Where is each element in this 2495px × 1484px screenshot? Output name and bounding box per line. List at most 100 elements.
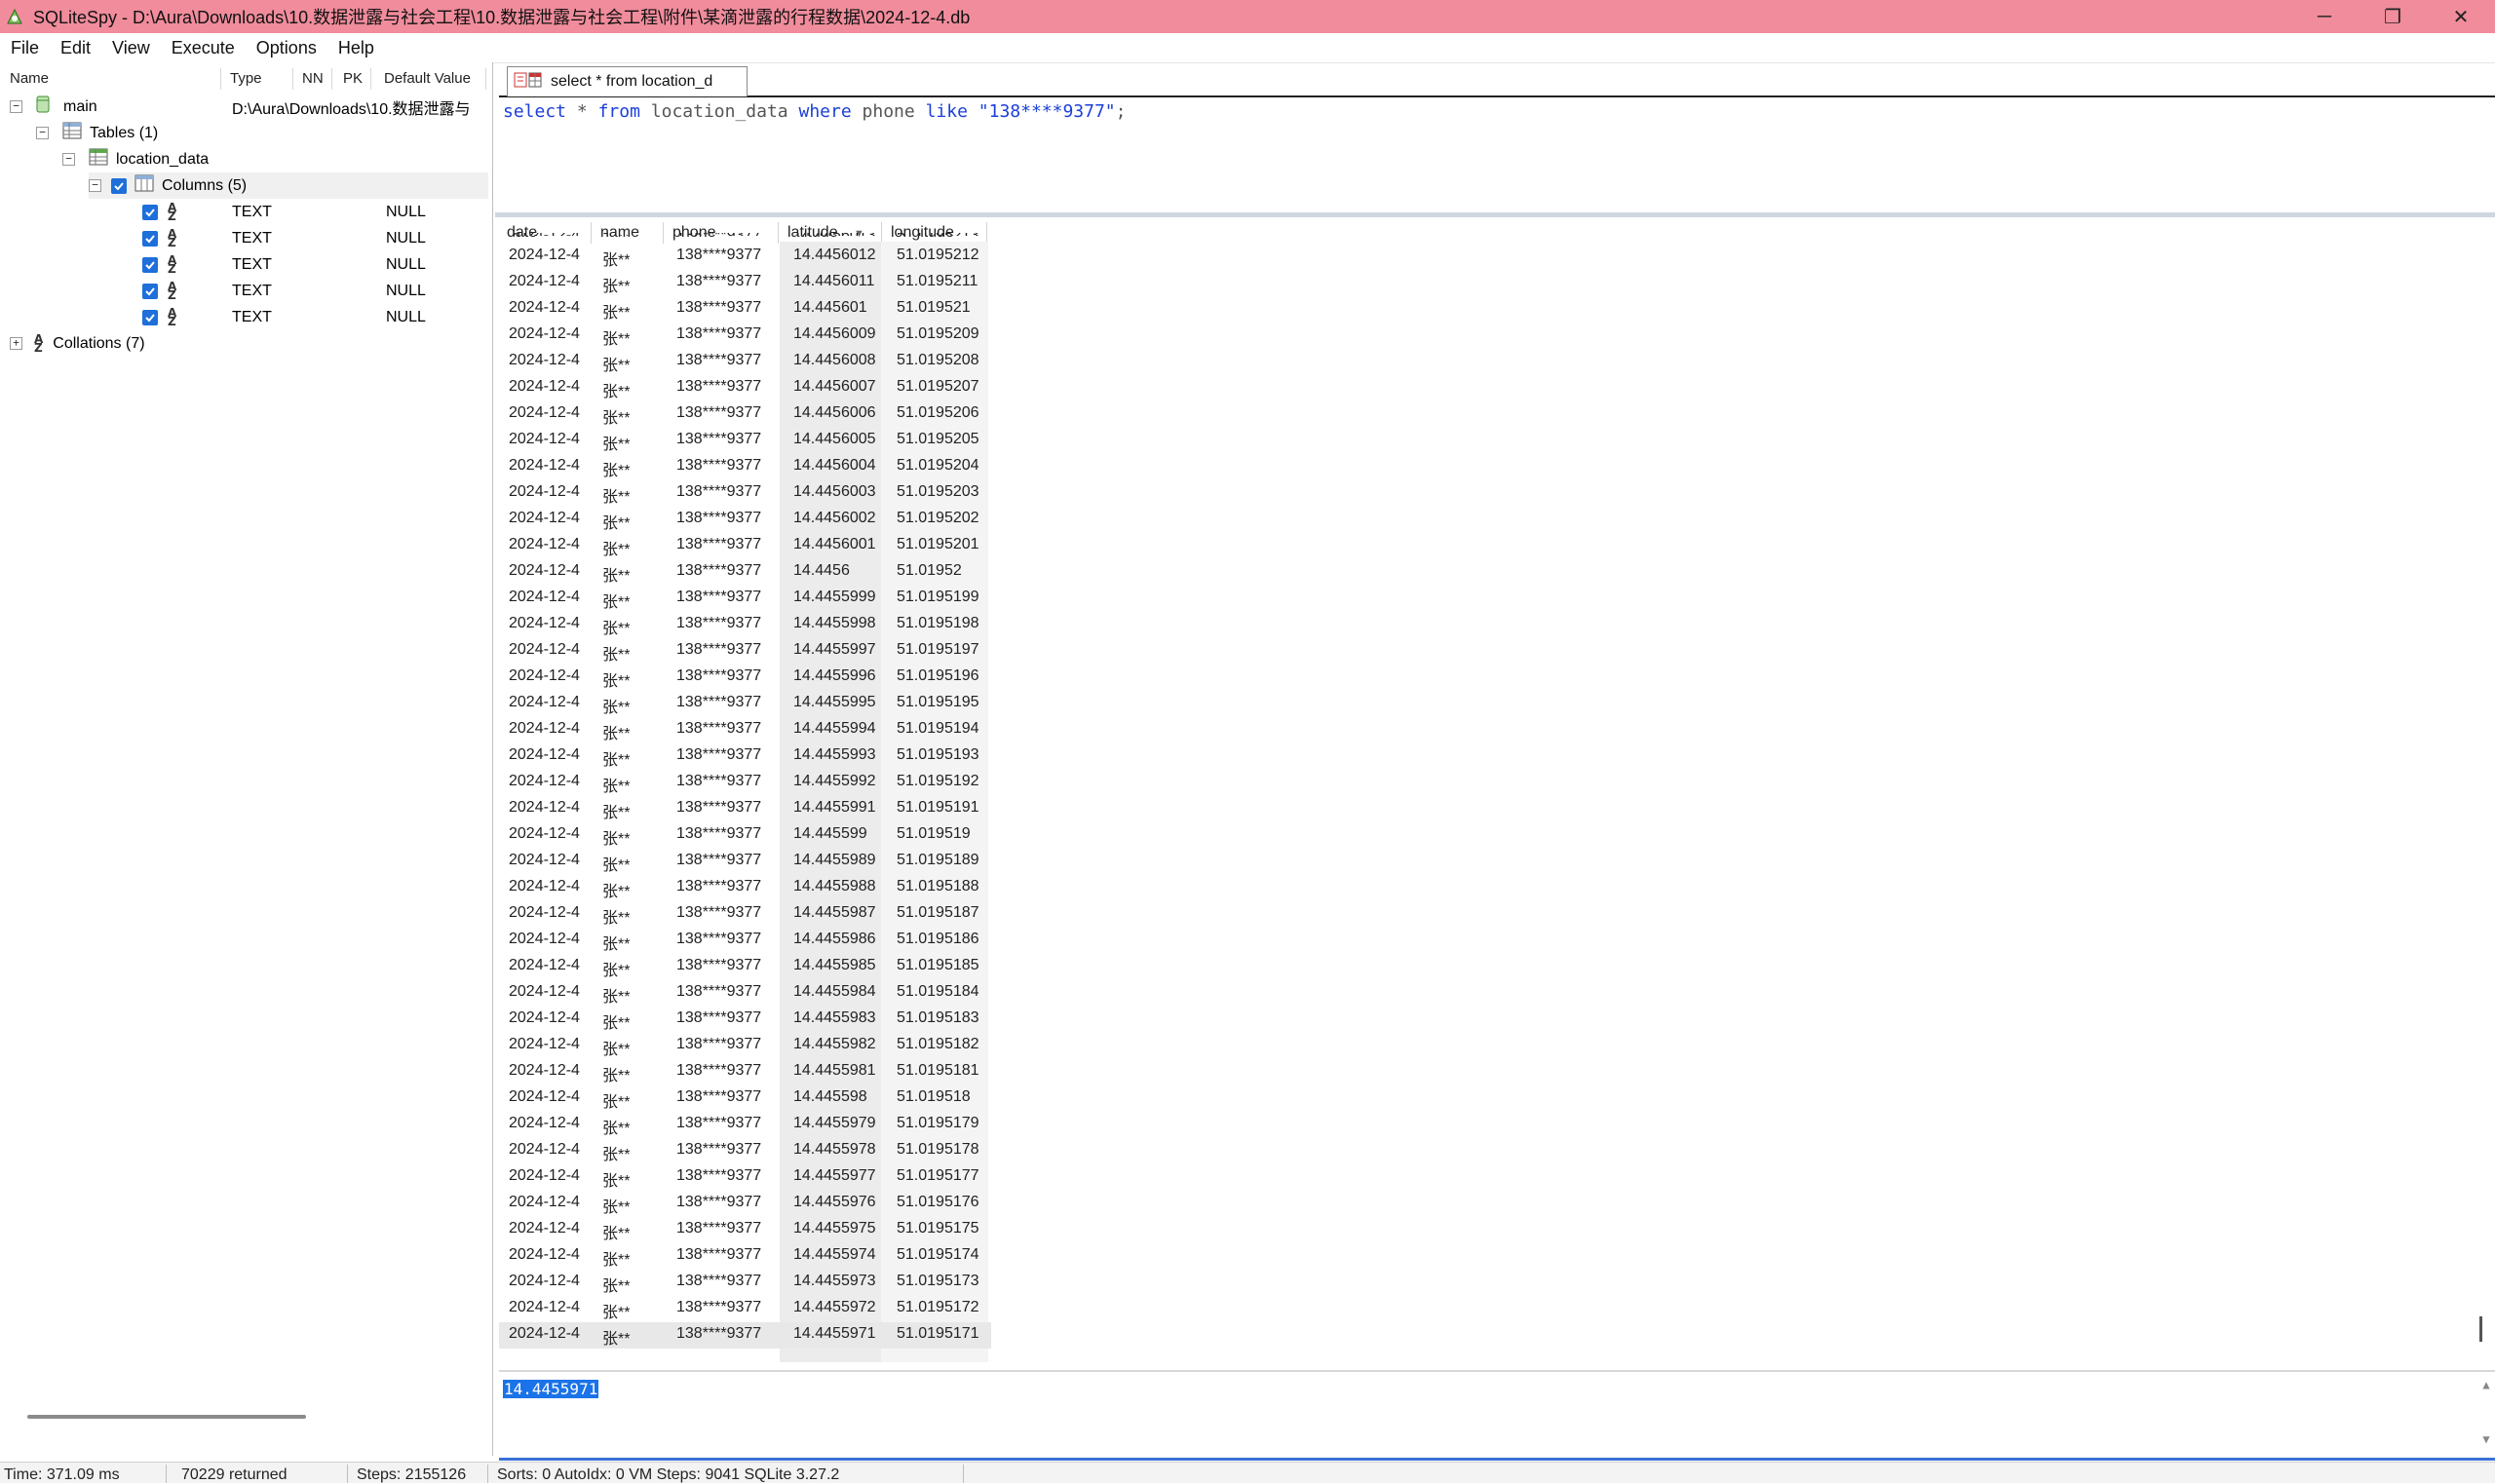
cell-phone[interactable]: 138****9377 <box>676 1220 761 1237</box>
cell-longitude[interactable]: 51.0195208 <box>897 352 979 369</box>
cell-name[interactable]: 张** <box>602 1062 630 1085</box>
tree-node-tables[interactable]: − Tables (1) <box>36 120 158 146</box>
cell-phone[interactable]: 138****9377 <box>676 483 761 501</box>
cell-longitude[interactable]: 51.0195188 <box>897 878 979 895</box>
cell-phone[interactable]: 138****9377 <box>676 852 761 869</box>
table-row[interactable]: 2024-12-4 张** 138****9377 14.4456006 51.0195… <box>499 401 991 428</box>
cell-date[interactable]: 2024-12-4 <box>509 1009 580 1027</box>
cell-date[interactable]: 2024-12-4 <box>509 299 580 317</box>
cell-phone[interactable]: 138****9377 <box>676 694 761 711</box>
cell-name[interactable]: 张** <box>602 1036 630 1059</box>
cell-latitude[interactable]: 14.4456011 <box>793 273 874 290</box>
table-row[interactable]: 2024-12-4 张** 138****9377 14.4455972 51.0195… <box>499 1296 991 1322</box>
table-row[interactable]: 2024-12-4 张** 138****9377 14.4455997 51.0195… <box>499 638 991 665</box>
grid-vertical-scrollbar[interactable] <box>2479 1316 2482 1342</box>
cell-latitude[interactable]: 14.4456005 <box>793 431 876 448</box>
collapse-icon[interactable]: − <box>10 100 22 113</box>
table-row[interactable]: 2024-12-4 张** 138****9377 14.4455985 51.0195… <box>499 954 991 980</box>
cell-date[interactable]: 2024-12-4 <box>509 773 580 790</box>
cell-date[interactable]: 2024-12-4 <box>509 931 580 948</box>
cell-name[interactable]: 张** <box>602 273 630 296</box>
cell-name[interactable]: 张** <box>602 247 630 270</box>
cell-name[interactable]: 张** <box>602 299 630 323</box>
cell-phone[interactable]: 138****9377 <box>676 536 761 553</box>
checkbox-checked-icon[interactable] <box>142 230 158 247</box>
cell-latitude[interactable]: 14.4456009 <box>793 325 876 343</box>
cell-phone[interactable]: 138****9377 <box>676 931 761 948</box>
cell-longitude[interactable]: 51.0195183 <box>897 1009 979 1027</box>
cell-phone[interactable]: 138****9377 <box>676 1167 761 1185</box>
cell-latitude[interactable]: 14.4456003 <box>793 483 876 501</box>
table-row[interactable]: 2024-12-4 张** 138****9377 14.4456007 51.0195… <box>499 375 991 401</box>
cell-longitude[interactable]: 51.0195186 <box>897 931 979 948</box>
header-type[interactable]: Type <box>230 70 262 87</box>
cell-latitude[interactable]: 14.4455983 <box>793 1009 876 1027</box>
column-row[interactable]: AZ <box>142 225 176 251</box>
table-row[interactable]: 2024-12-4 张** 138****9377 14.4455998 51.0195… <box>499 612 991 638</box>
cell-longitude[interactable]: 51.0195174 <box>897 1246 979 1264</box>
cell-latitude[interactable]: 14.4455975 <box>793 1220 876 1237</box>
cell-longitude[interactable]: 51.019521 <box>897 299 971 317</box>
cell-date[interactable]: 2024-12-4 <box>509 615 580 632</box>
cell-latitude[interactable]: 14.4455998 <box>793 615 876 632</box>
cell-phone[interactable]: 138****9377 <box>676 904 761 922</box>
cell-name[interactable]: 张** <box>602 720 630 743</box>
cell-name[interactable]: 张** <box>602 1220 630 1243</box>
cell-date[interactable]: 2024-12-4 <box>509 1299 580 1316</box>
value-box-scrollbar[interactable]: ▲ ▼ <box>2477 1378 2495 1456</box>
cell-longitude[interactable]: 51.0195198 <box>897 615 979 632</box>
scroll-up-icon[interactable]: ▲ <box>2477 1378 2495 1391</box>
checkbox-checked-icon[interactable] <box>142 283 158 299</box>
cell-longitude[interactable]: 51.0195185 <box>897 957 979 974</box>
cell-phone[interactable]: 138****9377 <box>676 641 761 659</box>
table-row[interactable]: 2024-12-4 张** 138****9377 14.4455976 51.0195… <box>499 1191 991 1217</box>
cell-name[interactable]: 张** <box>602 1009 630 1033</box>
cell-latitude[interactable]: 14.4455984 <box>793 983 876 1001</box>
table-row[interactable]: 2024-12-4 张** 138****9377 14.4455979 51.0195… <box>499 1112 991 1138</box>
cell-longitude[interactable]: 51.0195184 <box>897 983 979 1001</box>
table-row[interactable]: 2024-12-4 张** 138****9377 14.4456005 51.0195… <box>499 428 991 454</box>
cell-longitude[interactable]: 51.0195192 <box>897 773 979 790</box>
cell-phone[interactable]: 138****9377 <box>676 667 761 685</box>
table-row[interactable]: 2024-12-4 张** 138****9377 14.4456009 51.0195… <box>499 323 991 349</box>
table-row[interactable]: 2024-12-4 张** 138****9377 14.4455987 51.0195… <box>499 901 991 928</box>
sql-statement[interactable]: select * from location_data where phone … <box>503 101 1127 122</box>
table-row[interactable]: 2024-12-4 张** 138****9377 14.4455984 51.0195… <box>499 980 991 1007</box>
cell-longitude[interactable]: 51.0195189 <box>897 852 979 869</box>
table-row[interactable]: 2024-12-4 张** 138****9377 14.4456001 51.0195… <box>499 533 991 559</box>
cell-longitude[interactable]: 51.0195176 <box>897 1194 979 1211</box>
cell-longitude[interactable]: 51.01952 <box>897 562 962 580</box>
cell-phone[interactable]: 138****9377 <box>676 247 761 264</box>
cell-longitude[interactable]: 51.0195175 <box>897 1220 979 1237</box>
column-row[interactable]: AZ <box>142 304 176 330</box>
cell-date[interactable]: 2024-12-4 <box>509 1036 580 1053</box>
cell-longitude[interactable]: 51.0195207 <box>897 378 979 396</box>
cell-date[interactable]: 2024-12-4 <box>509 431 580 448</box>
cell-phone[interactable]: 138****9377 <box>676 1062 761 1080</box>
cell-latitude[interactable]: 14.4455997 <box>793 641 876 659</box>
cell-date[interactable]: 2024-12-4 <box>509 667 580 685</box>
table-row[interactable]: 2024-12-4 张** 138****9377 14.4456003 51.0195… <box>499 480 991 507</box>
cell-latitude[interactable]: 14.4455981 <box>793 1062 876 1080</box>
cell-name[interactable]: 张** <box>602 667 630 691</box>
table-row[interactable]: 2024-12-4 张** 138****9377 14.4455973 51.0195… <box>499 1270 991 1296</box>
menu-options[interactable]: Options <box>246 38 327 58</box>
cell-name[interactable]: 张** <box>602 694 630 717</box>
cell-phone[interactable]: 138****9377 <box>676 352 761 369</box>
cell-date[interactable]: 2024-12-4 <box>509 878 580 895</box>
cell-name[interactable]: 张** <box>602 878 630 901</box>
cell-date[interactable]: 2024-12-4 <box>509 536 580 553</box>
cell-name[interactable]: 张** <box>602 799 630 822</box>
cell-phone[interactable]: 138****9377 <box>676 1194 761 1211</box>
cell-latitude[interactable]: 14.4455992 <box>793 773 876 790</box>
tree-node-columns[interactable]: − Columns (5) <box>89 172 488 199</box>
cell-phone[interactable]: 138****9377 <box>676 1036 761 1053</box>
cell-longitude[interactable]: 51.0195179 <box>897 1115 979 1132</box>
cell-latitude[interactable]: 14.4455973 <box>793 1273 876 1290</box>
cell-name[interactable]: 张** <box>602 1141 630 1164</box>
cell-date[interactable]: 2024-12-4 <box>509 352 580 369</box>
cell-date[interactable]: 2024-12-4 <box>509 1115 580 1132</box>
cell-latitude[interactable]: 14.4455972 <box>793 1299 876 1316</box>
cell-phone[interactable]: 138****9377 <box>676 773 761 790</box>
menu-view[interactable]: View <box>101 38 161 58</box>
